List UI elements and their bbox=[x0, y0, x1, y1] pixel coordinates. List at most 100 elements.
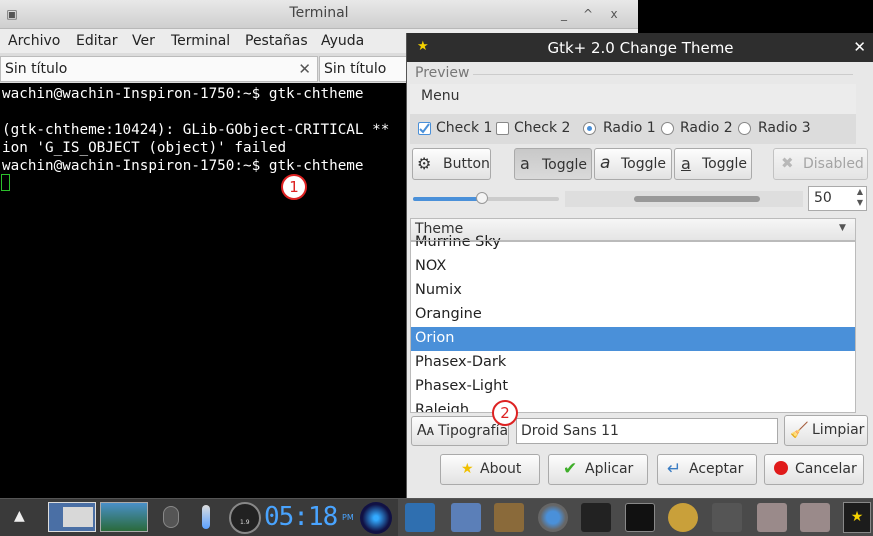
tab-1[interactable]: Sin título ✕ bbox=[0, 56, 318, 82]
gears-icon: ⚙ bbox=[417, 154, 432, 173]
workspace-1-thumbnail[interactable] bbox=[48, 502, 96, 532]
spin-down-icon[interactable]: ▼ bbox=[857, 198, 863, 207]
inkscape-icon[interactable] bbox=[581, 503, 611, 532]
toggles-row: Check 1 Check 2 Radio 1 Radio 2 Radio 3 bbox=[410, 114, 856, 144]
apply-label: Aplicar bbox=[585, 461, 634, 477]
tab-close-icon[interactable]: ✕ bbox=[298, 60, 311, 78]
cancel-label: Cancelar bbox=[795, 461, 857, 477]
check2-box[interactable] bbox=[496, 122, 509, 135]
terminal-titlebar[interactable]: Terminal ▣ _ ^ x bbox=[0, 0, 638, 29]
list-item[interactable]: Phasex-Light bbox=[411, 375, 855, 399]
apply-button[interactable]: ✔ Aplicar bbox=[548, 454, 648, 485]
browser-icon[interactable] bbox=[538, 503, 568, 532]
terminal-title: Terminal bbox=[289, 5, 349, 21]
gtk-close-button[interactable]: ✕ bbox=[853, 38, 866, 56]
radio2[interactable] bbox=[661, 122, 674, 135]
book-icon[interactable] bbox=[494, 503, 524, 532]
radio1-label[interactable]: Radio 1 bbox=[603, 120, 656, 136]
about-button[interactable]: ★ About bbox=[440, 454, 540, 485]
list-item[interactable]: Murrine Sky bbox=[411, 231, 855, 255]
toggle-button-2[interactable]: a Toggle bbox=[594, 148, 672, 180]
gtk-chtheme-window: ★ Gtk+ 2.0 Change Theme ✕ Preview Menu C… bbox=[406, 33, 873, 498]
list-item[interactable]: Phasex-Dark bbox=[411, 351, 855, 375]
radio2-label[interactable]: Radio 2 bbox=[680, 120, 733, 136]
toggle-label: Toggle bbox=[542, 157, 588, 173]
close-button[interactable]: x bbox=[606, 6, 622, 22]
vinyl-disc-icon[interactable] bbox=[360, 502, 392, 534]
accept-label: Aceptar bbox=[689, 461, 744, 477]
preview-divider bbox=[473, 74, 853, 75]
radio1[interactable] bbox=[583, 122, 596, 135]
cancel-button[interactable]: Cancelar bbox=[764, 454, 864, 485]
preview-label: Preview bbox=[415, 65, 470, 81]
font-icon: a bbox=[681, 154, 691, 173]
file-manager-icon[interactable] bbox=[451, 503, 481, 532]
preview-button[interactable]: ⚙ Button bbox=[412, 148, 491, 180]
minimize-button[interactable]: _ bbox=[556, 6, 572, 22]
annotation-badge-1: 1 bbox=[281, 174, 307, 200]
menu-editar[interactable]: Editar bbox=[76, 33, 117, 49]
theme-list[interactable]: Theme ▼ Murrine Sky NOX Numix Orangine O… bbox=[410, 218, 856, 413]
cpu-meter-icon: 1.9 bbox=[229, 502, 261, 534]
menu-archivo[interactable]: Archivo bbox=[8, 33, 60, 49]
spin-up-icon[interactable]: ▲ bbox=[857, 187, 863, 196]
accept-button[interactable]: ↵ Aceptar bbox=[657, 454, 757, 485]
check1-box[interactable] bbox=[418, 122, 431, 135]
workspace-2-thumbnail[interactable] bbox=[100, 502, 148, 532]
gtk-titlebar[interactable]: ★ Gtk+ 2.0 Change Theme ✕ bbox=[407, 33, 873, 62]
terminal-line: wachin@wachin-Inspiron-1750:~$ gtk-chthe… bbox=[2, 86, 364, 102]
list-item[interactable]: Orangine bbox=[411, 303, 855, 327]
menu-ayuda[interactable]: Ayuda bbox=[321, 33, 364, 49]
radio3[interactable] bbox=[738, 122, 751, 135]
about-label: About bbox=[480, 461, 522, 477]
star-icon[interactable]: ★ bbox=[843, 502, 871, 533]
list-item[interactable]: Raleigh bbox=[411, 399, 855, 412]
check2-label[interactable]: Check 2 bbox=[514, 120, 570, 136]
font-icon: a bbox=[600, 153, 611, 173]
hscale-fill bbox=[413, 197, 483, 201]
preview-button-label: Button bbox=[443, 156, 490, 172]
hscale-knob[interactable] bbox=[476, 192, 489, 204]
font-icon: a bbox=[520, 154, 530, 173]
mouse-icon[interactable] bbox=[163, 506, 179, 528]
gtk-title: Gtk+ 2.0 Change Theme bbox=[547, 39, 734, 57]
wrench-icon[interactable] bbox=[712, 503, 742, 532]
mascot-icon[interactable] bbox=[668, 503, 698, 532]
check1-label[interactable]: Check 1 bbox=[436, 120, 492, 136]
maximize-button[interactable]: ^ bbox=[580, 6, 596, 22]
package-icon[interactable] bbox=[757, 503, 787, 532]
font-dialog-icon: 🗛 bbox=[417, 421, 434, 439]
window-menu-icon[interactable]: ▣ bbox=[4, 6, 20, 22]
terminal-line: wachin@wachin-Inspiron-1750:~$ gtk-chthe… bbox=[2, 158, 364, 174]
stop-icon bbox=[774, 461, 788, 475]
toggle-label: Toggle bbox=[702, 156, 748, 172]
terminal-line: ion 'G_IS_OBJECT (object)' failed bbox=[2, 140, 287, 156]
list-item[interactable]: Numix bbox=[411, 279, 855, 303]
scrollbar-track[interactable] bbox=[565, 191, 803, 207]
terminal-line: (gtk-chtheme:10424): GLib-GObject-CRITIC… bbox=[2, 122, 390, 138]
list-item[interactable]: NOX bbox=[411, 255, 855, 279]
menu-terminal[interactable]: Terminal bbox=[171, 33, 230, 49]
menu-pestanas[interactable]: Pestañas bbox=[245, 33, 308, 49]
menu-arrow-icon[interactable]: ▲ bbox=[14, 508, 25, 524]
font-field[interactable]: Droid Sans 11 bbox=[516, 418, 778, 444]
scrollbar-thumb[interactable] bbox=[634, 196, 760, 202]
list-item-selected[interactable]: Orion bbox=[411, 327, 855, 351]
hscale-track[interactable] bbox=[413, 192, 559, 204]
package-icon[interactable] bbox=[800, 503, 830, 532]
clear-button[interactable]: 🧹 Limpiar bbox=[784, 415, 868, 446]
menu-preview-item[interactable]: Menu bbox=[421, 88, 459, 104]
clock-time[interactable]: 05:18 bbox=[264, 502, 338, 532]
menu-ver[interactable]: Ver bbox=[132, 33, 155, 49]
clock-ampm: PM bbox=[342, 513, 354, 522]
toggle-button-1[interactable]: a Toggle bbox=[514, 148, 592, 180]
meter-value: 1.9 bbox=[240, 519, 250, 526]
toggle-button-3[interactable]: a Toggle bbox=[674, 148, 752, 180]
font-button-label: Tipografía bbox=[438, 423, 509, 439]
check-icon: ✔ bbox=[563, 459, 578, 479]
spin-button[interactable]: 50 ▲ ▼ bbox=[808, 186, 867, 211]
mail-client-icon[interactable] bbox=[405, 503, 435, 532]
terminal-icon[interactable] bbox=[625, 503, 655, 532]
radio3-label[interactable]: Radio 3 bbox=[758, 120, 811, 136]
preview-menubar: Menu bbox=[410, 84, 856, 115]
